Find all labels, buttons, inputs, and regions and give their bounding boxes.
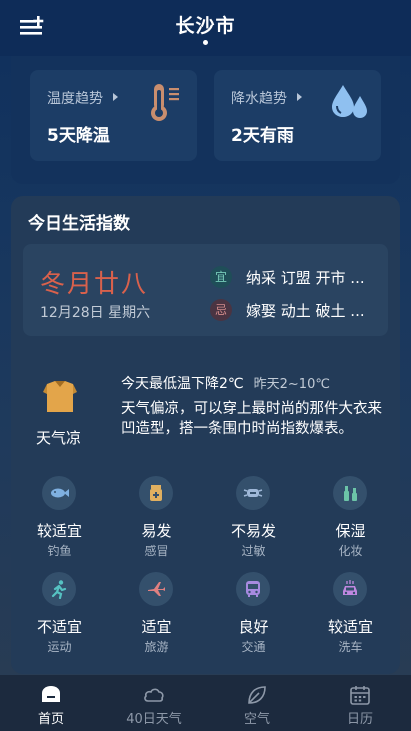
index-level: 良好 bbox=[238, 618, 269, 636]
leaf-icon bbox=[248, 686, 266, 704]
index-cold[interactable]: 易发 感冒 bbox=[108, 476, 205, 566]
car-icon bbox=[343, 580, 357, 595]
plane-icon bbox=[148, 582, 165, 596]
life-index-title: 今日生活指数 bbox=[28, 214, 130, 234]
index-fishing[interactable]: 较适宜 钓鱼 bbox=[11, 476, 108, 566]
chevron-right-icon bbox=[297, 93, 302, 101]
cloud-icon bbox=[144, 688, 164, 702]
nav-40-day[interactable]: 40日天气 bbox=[103, 675, 205, 731]
trend-label: 降水趋势 bbox=[231, 91, 287, 107]
life-index-card: 今日生活指数 冬月廿八 12月28日 星期六 宜 纳采 订盟 开市 ... 忌 … bbox=[11, 196, 400, 674]
dressing-headline: 今天最低温下降2℃ 昨天2~10℃ bbox=[121, 373, 330, 393]
app-header: 长沙市 bbox=[0, 0, 411, 56]
temperature-change: 今天最低温下降2℃ bbox=[121, 376, 244, 392]
precipitation-trend[interactable]: 降水趋势 2天有雨 bbox=[214, 70, 381, 161]
medicine-icon bbox=[150, 485, 162, 501]
yesterday-temperature: 昨天2~10℃ bbox=[253, 377, 330, 392]
index-level: 保湿 bbox=[335, 522, 366, 540]
index-level: 较适宜 bbox=[327, 618, 373, 636]
nav-label: 40日天气 bbox=[126, 712, 182, 727]
home-icon bbox=[42, 686, 60, 702]
temperature-trend[interactable]: 温度趋势 5天降温 bbox=[30, 70, 197, 161]
index-name: 钓鱼 bbox=[47, 544, 72, 558]
avoid-badge: 忌 bbox=[210, 299, 232, 321]
index-name: 化妆 bbox=[338, 544, 363, 558]
calendar-icon bbox=[350, 686, 370, 705]
fish-icon bbox=[51, 488, 69, 498]
cosmetics-icon bbox=[344, 486, 357, 501]
trend-value: 5天降温 bbox=[47, 126, 110, 146]
trend-label: 温度趋势 bbox=[47, 91, 103, 107]
nav-label: 日历 bbox=[346, 712, 373, 727]
nav-calendar[interactable]: 日历 bbox=[309, 675, 411, 731]
index-travel[interactable]: 适宜 旅游 bbox=[108, 572, 205, 662]
index-traffic[interactable]: 良好 交通 bbox=[205, 572, 302, 662]
index-makeup[interactable]: 保湿 化妆 bbox=[302, 476, 399, 566]
dressing-level: 天气凉 bbox=[36, 429, 82, 447]
index-level: 易发 bbox=[141, 522, 172, 540]
index-allergy[interactable]: 不易发 过敏 bbox=[205, 476, 302, 566]
raindrops-icon bbox=[332, 85, 367, 118]
index-level: 不适宜 bbox=[36, 618, 82, 636]
index-level: 较适宜 bbox=[36, 522, 82, 540]
nav-label: 空气 bbox=[243, 712, 270, 727]
index-level: 不易发 bbox=[230, 522, 276, 540]
suitable-badge: 宜 bbox=[210, 266, 232, 288]
index-level: 适宜 bbox=[141, 618, 172, 636]
almanac-panel[interactable]: 冬月廿八 12月28日 星期六 宜 纳采 订盟 开市 ... 忌 嫁娶 动土 破… bbox=[23, 244, 388, 336]
dressing-description: 天气偏凉，可以穿上最时尚的那件大衣来凹造型，搭一条围巾时尚指数爆表。 bbox=[121, 401, 382, 437]
index-name: 洗车 bbox=[338, 640, 363, 654]
index-carwash[interactable]: 较适宜 洗车 bbox=[302, 572, 399, 662]
index-name: 过敏 bbox=[241, 544, 266, 558]
index-name: 交通 bbox=[241, 640, 266, 654]
nav-air[interactable]: 空气 bbox=[206, 675, 308, 731]
city-title[interactable]: 长沙市 bbox=[0, 11, 411, 38]
page-indicator-dot bbox=[203, 40, 208, 45]
index-name: 旅游 bbox=[144, 640, 169, 654]
nav-home[interactable]: 首页 bbox=[0, 675, 102, 731]
suitable-activities: 纳采 订盟 开市 ... bbox=[246, 269, 365, 287]
avoid-activities: 嫁娶 动土 破土 ... bbox=[246, 302, 365, 320]
chevron-right-icon bbox=[113, 93, 118, 101]
lunar-date: 冬月廿八 bbox=[40, 269, 149, 298]
nav-label: 首页 bbox=[37, 712, 64, 727]
solar-date: 12月28日 星期六 bbox=[40, 305, 151, 321]
shirt-icon bbox=[43, 381, 77, 412]
trend-card: 温度趋势 5天降温 降水趋势 2天有雨 bbox=[11, 56, 400, 184]
trend-value: 2天有雨 bbox=[231, 126, 294, 146]
bus-icon bbox=[246, 581, 260, 597]
index-name: 感冒 bbox=[144, 544, 169, 558]
mask-icon bbox=[243, 489, 263, 497]
bottom-nav: 首页 40日天气 空气 日历 bbox=[0, 675, 411, 731]
thermometer-icon bbox=[151, 84, 179, 121]
index-sport[interactable]: 不适宜 运动 bbox=[11, 572, 108, 662]
running-icon bbox=[51, 580, 67, 599]
index-name: 运动 bbox=[47, 640, 72, 654]
